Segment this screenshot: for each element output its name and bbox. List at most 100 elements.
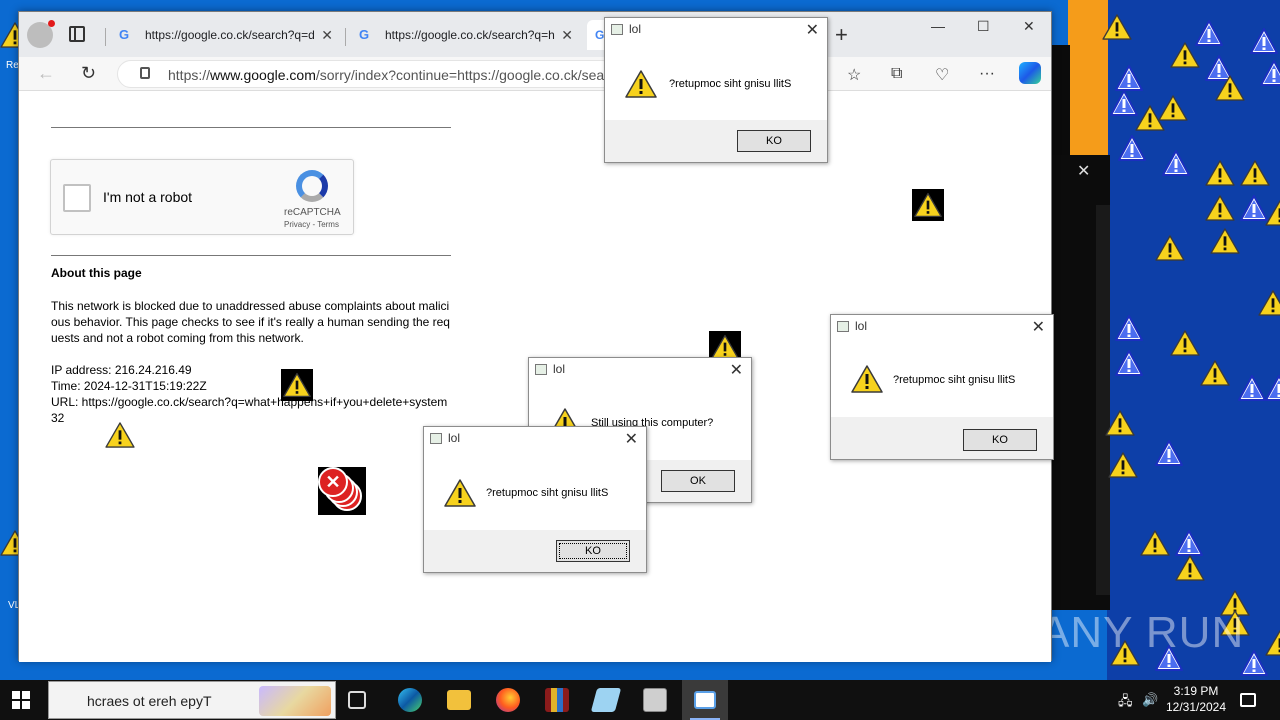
file-explorer-icon[interactable] xyxy=(447,690,471,710)
error-icon-stack: ✕ xyxy=(318,467,366,515)
warning-icon xyxy=(1215,75,1245,101)
clock[interactable]: 3:19 PM 12/31/2024 xyxy=(1160,684,1232,714)
ip-address: IP address: 216.24.216.49 xyxy=(51,363,192,377)
recaptcha-checkbox[interactable] xyxy=(63,184,91,212)
warning-icon xyxy=(1108,452,1138,478)
start-button[interactable] xyxy=(12,691,30,709)
notification-dot xyxy=(48,20,55,27)
app-icon xyxy=(430,433,442,444)
warning-icon xyxy=(1200,360,1230,386)
refresh-button[interactable]: ↻ xyxy=(81,63,96,84)
minimize-button[interactable]: — xyxy=(931,18,945,34)
warning-icon xyxy=(1140,530,1170,556)
dialog-title: lol xyxy=(553,362,566,376)
more-menu-icon[interactable]: ··· xyxy=(979,65,995,83)
dialog-title: lol xyxy=(448,431,461,445)
browser-essentials-icon[interactable]: ♡ xyxy=(935,65,949,85)
dialog-message: ?retupmoc siht gnisu llitS xyxy=(893,374,1016,386)
warning-icon xyxy=(444,479,476,507)
warning-icon-blue xyxy=(1118,135,1146,161)
dialog-footer: KO xyxy=(424,530,646,572)
lock-icon[interactable] xyxy=(140,67,150,79)
winrar-icon[interactable] xyxy=(545,688,569,712)
warning-icon xyxy=(1205,195,1235,221)
close-icon[interactable]: ✕ xyxy=(625,429,638,449)
notification-icon[interactable] xyxy=(1240,693,1256,707)
app-icon xyxy=(837,321,849,332)
tab-actions-icon[interactable] xyxy=(69,26,85,42)
dialog-titlebar[interactable]: lol ✕ xyxy=(831,315,1053,339)
tab-separator xyxy=(105,28,106,46)
warning-icon-blue xyxy=(1238,375,1266,401)
warning-icon xyxy=(1205,160,1235,186)
dialog-ko-button[interactable]: KO xyxy=(963,429,1037,451)
tab-bar: G https://google.co.ck/search?q=d ✕ G ht… xyxy=(19,12,1051,57)
desktop-label-re[interactable]: Re xyxy=(6,60,19,71)
firefox-icon[interactable] xyxy=(496,688,520,712)
maximize-button[interactable]: ☐ xyxy=(977,18,990,35)
tab-title: G xyxy=(595,28,605,42)
warning-icon xyxy=(851,365,883,393)
new-tab-button[interactable]: + xyxy=(835,22,848,48)
warning-icon-blue xyxy=(1115,350,1143,376)
dialog-message: ?retupmoc siht gnisu llitS xyxy=(669,78,792,90)
taskbar-search-box[interactable]: hcraes ot ereh epyT xyxy=(48,681,336,719)
close-window-button[interactable]: ✕ xyxy=(1023,18,1035,35)
collections-icon[interactable]: ⧉ xyxy=(891,65,902,83)
task-view-icon[interactable] xyxy=(348,691,366,709)
app-icon xyxy=(611,24,623,35)
close-icon[interactable]: ✕ xyxy=(730,360,743,380)
tab-search-h[interactable]: G https://google.co.ck/search?q=h ✕ xyxy=(349,20,581,50)
tab-search-d[interactable]: G https://google.co.ck/search?q=d ✕ xyxy=(109,20,341,50)
recaptcha-brand: reCAPTCHA xyxy=(284,207,341,218)
warning-icon xyxy=(1105,410,1135,436)
warning-icon xyxy=(625,70,657,98)
dialog-ko-button[interactable]: KO xyxy=(737,130,811,152)
close-icon[interactable]: ✕ xyxy=(561,20,573,50)
clock-time: 3:19 PM xyxy=(1173,684,1219,698)
dialog-lol-right[interactable]: lol ✕ ?retupmoc siht gnisu llitS KO xyxy=(830,314,1054,460)
dialog-ko-button[interactable]: KO xyxy=(556,540,630,562)
warning-icon-blue xyxy=(1260,60,1280,86)
copilot-icon[interactable] xyxy=(1019,62,1041,84)
dialog-lol-front[interactable]: lol ✕ ?retupmoc siht gnisu llitS KO xyxy=(423,426,647,573)
profile-avatar[interactable] xyxy=(27,20,55,48)
favorites-icon[interactable]: ☆ xyxy=(847,65,861,85)
app-window-icon[interactable] xyxy=(643,688,667,712)
warning-icon xyxy=(1240,160,1270,186)
close-icon[interactable]: ✕ xyxy=(1032,317,1045,337)
close-icon[interactable]: ✕ xyxy=(321,20,333,50)
close-icon[interactable]: ✕ xyxy=(1077,161,1090,181)
scrollbar[interactable] xyxy=(1096,205,1110,595)
active-task-button[interactable] xyxy=(682,680,728,720)
tab-title: https://google.co.ck/search?q=h xyxy=(385,28,555,42)
dialog-titlebar[interactable]: lol ✕ xyxy=(529,358,751,382)
notepad-icon[interactable] xyxy=(590,688,622,712)
close-icon[interactable]: ✕ xyxy=(806,20,819,40)
warning-icon xyxy=(1102,14,1132,40)
recaptcha-terms-link[interactable]: Privacy - Terms xyxy=(284,220,339,229)
network-icon[interactable]: 🖧 xyxy=(1118,692,1133,714)
clock-date: 12/31/2024 xyxy=(1165,700,1227,714)
dialog-title: lol xyxy=(629,22,642,36)
url-field[interactable]: https://www.google.com/sorry/index?conti… xyxy=(117,60,617,88)
tab-title: https://google.co.ck/search?q=d xyxy=(145,28,315,42)
search-placeholder: hcraes ot ereh epyT xyxy=(87,693,212,709)
dialog-ok-button[interactable]: OK xyxy=(661,470,735,492)
dialog-lol-top[interactable]: lol ✕ ?retupmoc siht gnisu llitS KO xyxy=(604,17,828,163)
warning-icon-blue xyxy=(1175,530,1203,556)
dialog-titlebar[interactable]: lol ✕ xyxy=(605,18,827,42)
volume-icon[interactable]: 🔊 xyxy=(1142,692,1158,708)
dialog-app-icon xyxy=(694,691,716,709)
back-button[interactable]: ← xyxy=(37,63,55,84)
dialog-message: ?retupmoc siht gnisu llitS xyxy=(486,487,609,499)
edge-icon[interactable] xyxy=(398,688,422,712)
warning-icon-blue xyxy=(1265,375,1280,401)
warning-icon-blue xyxy=(1250,28,1278,54)
address-bar: ← ↻ https://www.google.com/sorry/index?c… xyxy=(19,57,1051,91)
dialog-titlebar[interactable]: lol ✕ xyxy=(424,427,646,451)
url-text: https://www.google.com/sorry/index?conti… xyxy=(168,67,609,83)
warning-icon-blue xyxy=(1162,150,1190,176)
search-highlight-image xyxy=(259,686,331,716)
warning-icon xyxy=(105,422,135,448)
